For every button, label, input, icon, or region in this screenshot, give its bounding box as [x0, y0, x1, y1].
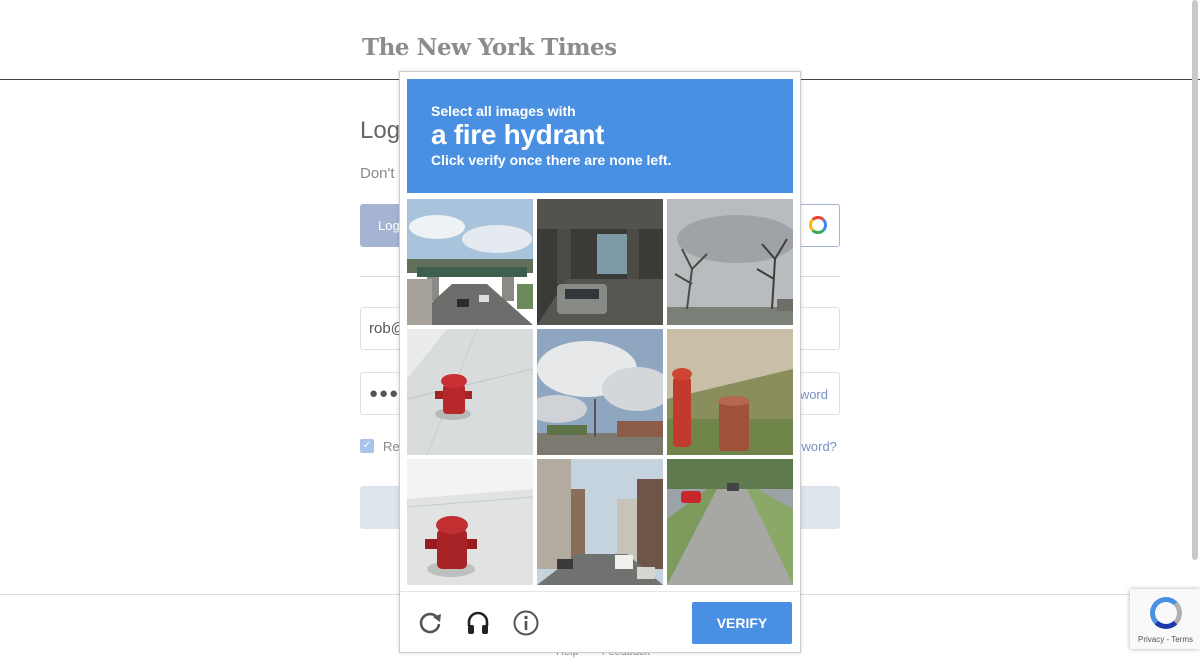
tile-image-hydrant-grass [667, 329, 793, 455]
login-title: Log [360, 117, 401, 144]
tile-image-cloudy-lot [537, 329, 663, 455]
recaptcha-logo-icon [1150, 597, 1182, 629]
prompt-object-text: a fire hydrant [431, 119, 605, 150]
google-login-button[interactable] [796, 204, 840, 247]
tile-image-hydrant-sidewalk [407, 329, 533, 455]
captcha-challenge: Select all images with a fire hydrant Cl… [399, 71, 801, 653]
tile-image-residential-street [667, 459, 793, 585]
recaptcha-badge[interactable]: Privacy - Terms [1130, 589, 1200, 649]
prompt-lead-text: Select all images with [431, 103, 576, 119]
captcha-tile-6[interactable] [667, 329, 793, 455]
captcha-tile-7[interactable] [407, 459, 533, 585]
google-icon [809, 216, 827, 234]
login-subtitle: Don't [360, 165, 395, 182]
captcha-tile-grid [407, 199, 793, 585]
captcha-controls: VERIFY [400, 591, 800, 654]
captcha-prompt: Select all images with a fire hydrant Cl… [407, 79, 793, 193]
verify-button[interactable]: VERIFY [692, 602, 792, 644]
site-header: The New York Times [0, 0, 1200, 80]
captcha-tile-8[interactable] [537, 459, 663, 585]
captcha-tile-2[interactable] [537, 199, 663, 325]
tile-image-hydrant-closeup [407, 459, 533, 585]
reload-icon[interactable] [416, 609, 444, 637]
tile-image-overpass [407, 199, 533, 325]
captcha-tile-9[interactable] [667, 459, 793, 585]
tile-image-city-street [537, 459, 663, 585]
remember-me-checkbox[interactable]: ✓ [360, 439, 374, 453]
remember-me-label: Re [383, 439, 400, 454]
tile-image-underpass [537, 199, 663, 325]
recaptcha-privacy-terms: Privacy - Terms [1138, 635, 1193, 644]
terms-link[interactable]: Terms [1171, 635, 1193, 644]
show-password-link[interactable]: word [800, 387, 828, 402]
privacy-link[interactable]: Privacy [1138, 635, 1164, 644]
info-icon[interactable] [512, 609, 540, 637]
captcha-tile-5[interactable] [537, 329, 663, 455]
forgot-password-link[interactable]: sword? [795, 439, 837, 454]
tile-image-tree-sky [667, 199, 793, 325]
headphones-icon[interactable] [464, 609, 492, 637]
prompt-instruction-text: Click verify once there are none left. [431, 152, 672, 168]
captcha-tile-1[interactable] [407, 199, 533, 325]
nyt-logo[interactable]: The New York Times [362, 34, 617, 61]
captcha-tile-3[interactable] [667, 199, 793, 325]
captcha-tile-4[interactable] [407, 329, 533, 455]
page-scrollbar[interactable] [1192, 0, 1198, 560]
